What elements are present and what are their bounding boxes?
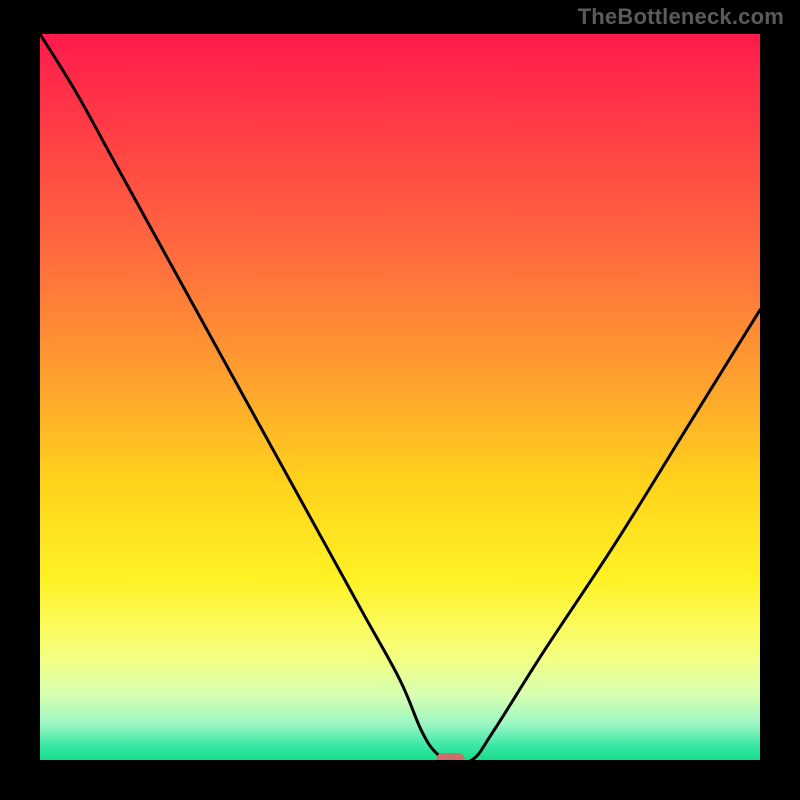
plot-area	[40, 34, 760, 760]
chart-container: TheBottleneck.com	[0, 0, 800, 800]
gradient-background	[40, 34, 760, 760]
optimal-point-marker	[436, 753, 464, 760]
attribution-watermark: TheBottleneck.com	[578, 4, 784, 30]
bottleneck-chart	[40, 34, 760, 760]
